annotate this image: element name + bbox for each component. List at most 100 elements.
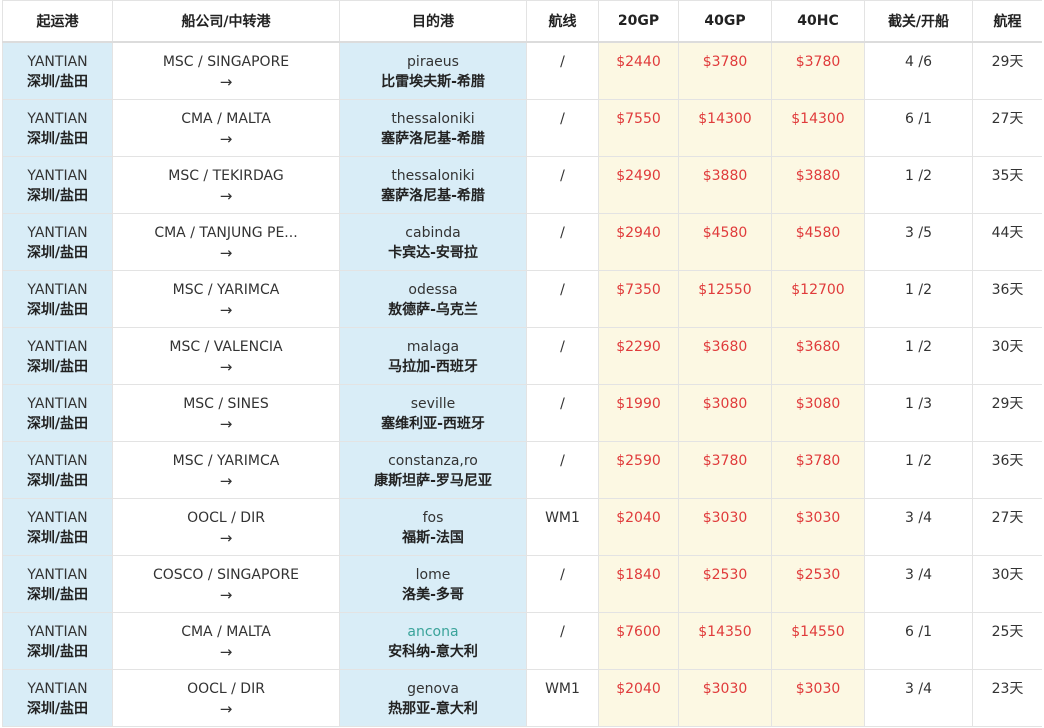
header-carrier-transit[interactable]: 船公司/中转港	[112, 0, 340, 43]
price-20gp-cell: $2440	[598, 41, 679, 100]
table-row[interactable]: YANTIAN 深圳/盐田 MSC / YARIMCA → odessa 敖德萨-乌克兰 /…	[2, 270, 1042, 328]
price-20gp-cell: $7600	[598, 612, 679, 670]
table-row[interactable]: YANTIAN 深圳/盐田 COSCO / SINGAPORE → lome 洛美-多哥 /…	[2, 555, 1042, 613]
price-40hc: $3780	[795, 54, 841, 70]
route-code: /	[560, 396, 565, 412]
carrier-cell: MSC / SINGAPORE →	[112, 41, 340, 100]
header-transit-time[interactable]: 航程	[972, 0, 1042, 43]
table-row[interactable]: YANTIAN 深圳/盐田 OOCL / DIR → fos 福斯-法国 WM1 $2040 $…	[2, 498, 1042, 556]
table-row[interactable]: YANTIAN 深圳/盐田 MSC / SINGAPORE → piraeus 比雷埃夫斯…	[2, 41, 1042, 100]
destination-port-en[interactable]: piraeus	[340, 52, 526, 72]
price-40gp: $3030	[702, 510, 748, 526]
price-20gp: $7550	[616, 111, 661, 127]
price-20gp: $1990	[616, 396, 661, 412]
destination-cell: constanza,ro 康斯坦萨-罗马尼亚	[339, 441, 527, 499]
table-row[interactable]: YANTIAN 深圳/盐田 CMA / TANJUNG PE... → cabinda 卡…	[2, 213, 1042, 271]
route-cell: /	[526, 384, 599, 442]
table-row[interactable]: YANTIAN 深圳/盐田 MSC / SINES → seville 塞维利亚-西班牙 /…	[2, 384, 1042, 442]
header-20gp[interactable]: 20GP	[598, 0, 679, 43]
arrow-icon: →	[219, 187, 233, 205]
price-40hc-cell: $2530	[771, 555, 865, 613]
price-20gp: $2490	[616, 168, 661, 184]
cutoff-sailing-days: 6 /1	[905, 111, 932, 127]
arrow-icon: →	[219, 244, 233, 262]
destination-port-en[interactable]: lome	[340, 565, 526, 585]
destination-port-en[interactable]: cabinda	[340, 223, 526, 243]
table-row[interactable]: YANTIAN 深圳/盐田 OOCL / DIR → genova 热那亚-意大利 WM1 $…	[2, 669, 1042, 727]
origin-port-en: YANTIAN	[27, 396, 88, 412]
price-20gp: $2040	[616, 510, 661, 526]
cutoff-sailing-days: 3 /5	[905, 225, 932, 241]
origin-port-en: YANTIAN	[27, 681, 88, 697]
destination-port-cn: 安科纳-意大利	[388, 644, 478, 660]
price-40gp-cell: $14350	[678, 612, 772, 670]
destination-port-en[interactable]: seville	[340, 394, 526, 414]
transit-cell: 30天	[972, 327, 1042, 385]
header-40gp[interactable]: 40GP	[678, 0, 772, 43]
header-route[interactable]: 航线	[526, 0, 599, 43]
destination-port-en[interactable]: constanza,ro	[340, 451, 526, 471]
carrier-route: MSC / VALENCIA	[169, 339, 283, 355]
arrow-icon: →	[219, 73, 233, 91]
arrow-icon: →	[219, 130, 233, 148]
origin-port-en: YANTIAN	[27, 510, 88, 526]
header-cutoff-sailing[interactable]: 截关/开船	[864, 0, 973, 43]
freight-rates-table: 起运港 船公司/中转港 目的港 航线 20GP 40GP 40HC 截关/开船 …	[2, 0, 1042, 727]
header-origin-port[interactable]: 起运港	[2, 0, 113, 43]
rates-table-container: 起运港 船公司/中转港 目的港 航线 20GP 40GP 40HC 截关/开船 …	[2, 0, 1042, 728]
price-20gp: $2590	[616, 453, 661, 469]
carrier-route: OOCL / DIR	[187, 681, 265, 697]
destination-port-en[interactable]: ancona	[340, 622, 526, 642]
carrier-route: CMA / MALTA	[181, 624, 271, 640]
origin-port-en: YANTIAN	[27, 453, 88, 469]
carrier-cell: MSC / YARIMCA →	[112, 441, 340, 499]
origin-port-en: YANTIAN	[27, 339, 88, 355]
price-40gp: $3780	[702, 54, 748, 70]
transit-days: 35天	[991, 168, 1024, 184]
price-40hc-cell: $3030	[771, 498, 865, 556]
destination-port-en[interactable]: odessa	[340, 280, 526, 300]
price-20gp-cell: $2040	[598, 669, 679, 727]
route-code: /	[560, 567, 565, 583]
price-40gp: $4580	[702, 225, 748, 241]
route-code: WM1	[545, 510, 580, 526]
destination-port-en[interactable]: thessaloniki	[340, 109, 526, 129]
transit-cell: 29天	[972, 384, 1042, 442]
price-40gp-cell: $3680	[678, 327, 772, 385]
destination-port-en[interactable]: thessaloniki	[340, 166, 526, 186]
transit-cell: 27天	[972, 498, 1042, 556]
origin-cell: YANTIAN 深圳/盐田	[2, 612, 113, 670]
destination-cell: thessaloniki 塞萨洛尼基-希腊	[339, 99, 527, 157]
header-40hc[interactable]: 40HC	[771, 0, 865, 43]
destination-port-en[interactable]: genova	[340, 679, 526, 699]
route-cell: WM1	[526, 669, 599, 727]
transit-days: 44天	[991, 225, 1024, 241]
table-row[interactable]: YANTIAN 深圳/盐田 CMA / MALTA → thessaloniki 塞萨洛尼…	[2, 99, 1042, 157]
table-row[interactable]: YANTIAN 深圳/盐田 MSC / YARIMCA → constanza,ro 康斯…	[2, 441, 1042, 499]
destination-cell: ancona 安科纳-意大利	[339, 612, 527, 670]
route-cell: /	[526, 612, 599, 670]
arrow-icon: →	[219, 301, 233, 319]
route-cell: /	[526, 41, 599, 100]
destination-port-en[interactable]: fos	[340, 508, 526, 528]
price-20gp: $2290	[616, 339, 661, 355]
origin-port-cn: 深圳/盐田	[26, 701, 89, 717]
route-cell: /	[526, 555, 599, 613]
price-40gp-cell: $2530	[678, 555, 772, 613]
destination-port-cn: 塞维利亚-西班牙	[381, 416, 485, 432]
header-destination-port[interactable]: 目的港	[339, 0, 527, 43]
carrier-cell: MSC / YARIMCA →	[112, 270, 340, 328]
table-row[interactable]: YANTIAN 深圳/盐田 CMA / MALTA → ancona 安科纳-意大利 / $7…	[2, 612, 1042, 670]
carrier-route: CMA / MALTA	[181, 111, 271, 127]
price-40hc: $4580	[795, 225, 841, 241]
cutoff-sailing-days: 1 /2	[905, 168, 932, 184]
table-row[interactable]: YANTIAN 深圳/盐田 MSC / TEKIRDAG → thessaloniki 塞…	[2, 156, 1042, 214]
price-40hc-cell: $3080	[771, 384, 865, 442]
destination-port-en[interactable]: malaga	[340, 337, 526, 357]
price-40hc-cell: $3680	[771, 327, 865, 385]
table-row[interactable]: YANTIAN 深圳/盐田 MSC / VALENCIA → malaga 马拉加-西班牙…	[2, 327, 1042, 385]
destination-port-cn: 比雷埃夫斯-希腊	[381, 74, 485, 90]
destination-cell: fos 福斯-法国	[339, 498, 527, 556]
origin-port-en: YANTIAN	[27, 54, 88, 70]
transit-days: 23天	[991, 681, 1024, 697]
